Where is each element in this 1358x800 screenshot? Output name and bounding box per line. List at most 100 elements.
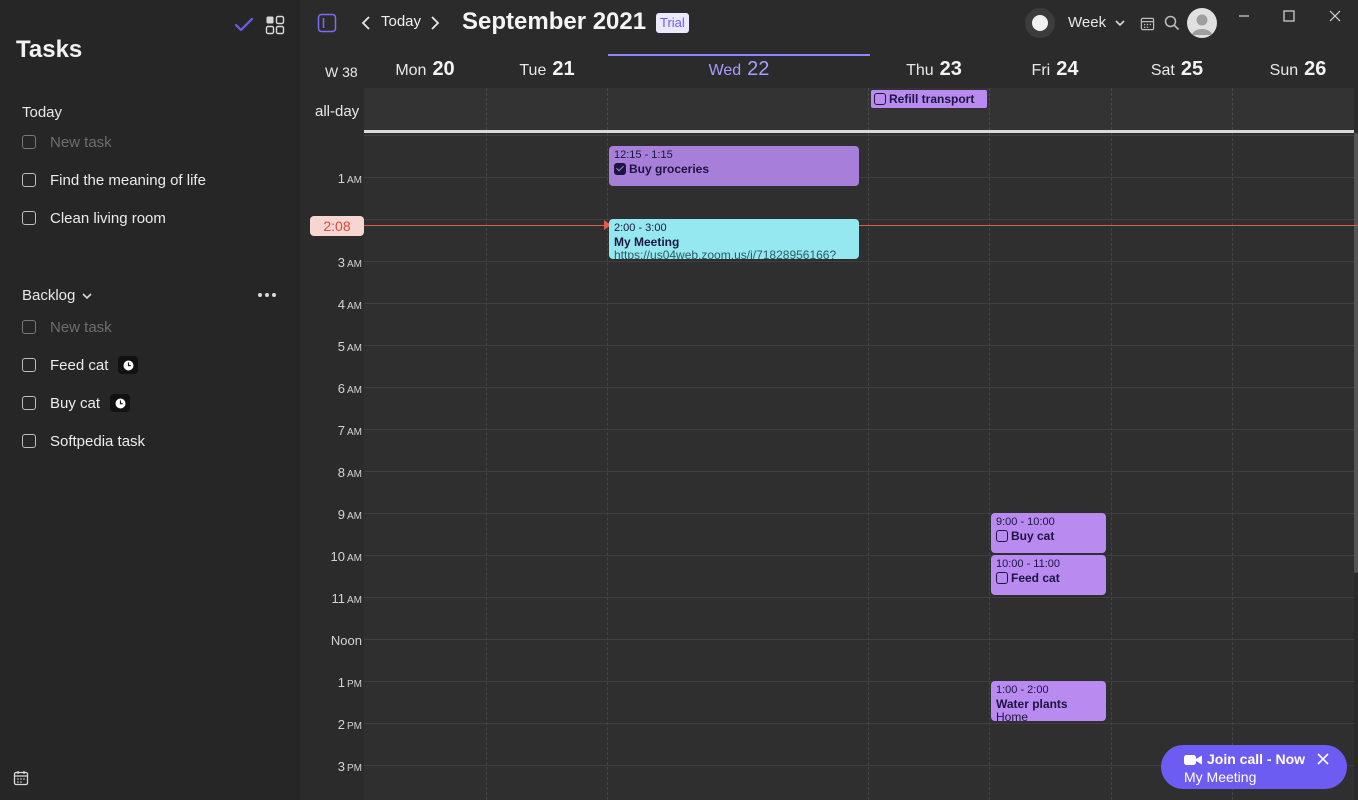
day-header-tue[interactable]: Tue 21 (486, 58, 608, 86)
event-link[interactable]: https://us04web.zoom.us/j/71828956166? (614, 249, 854, 260)
time-label-1pm: 1 PM (337, 675, 362, 690)
day-header-wed[interactable]: Wed 22 (608, 58, 870, 86)
task-checkbox[interactable] (22, 396, 36, 410)
today-column-indicator (608, 54, 870, 56)
trial-badge[interactable]: Trial (656, 13, 689, 33)
task-checkbox[interactable] (22, 434, 36, 448)
event-water-plants[interactable]: 1:00 - 2:00 Water plants Home (991, 681, 1106, 721)
minimize-window-icon[interactable] (1236, 8, 1252, 24)
more-options-icon[interactable] (256, 287, 278, 303)
scrollbar[interactable] (1354, 133, 1358, 573)
task-checkbox[interactable] (22, 358, 36, 372)
today-button[interactable]: Today (381, 13, 421, 30)
day-name: Tue (519, 62, 547, 79)
close-window-icon[interactable] (1327, 8, 1343, 24)
tasks-sidebar: Tasks Today New task Find the meaning of… (0, 0, 300, 800)
task-item[interactable]: Clean living room (22, 207, 166, 229)
backlog-label-text: Backlog (22, 287, 76, 304)
day-header-sat[interactable]: Sat 25 (1116, 58, 1238, 86)
event-title: My Meeting (614, 235, 680, 249)
task-label: Buy cat (50, 394, 101, 412)
toggle-sidebar-icon[interactable] (316, 12, 338, 34)
new-task-placeholder: New task (50, 318, 112, 336)
previous-week-icon[interactable] (358, 14, 374, 32)
maximize-window-icon[interactable] (1281, 8, 1297, 24)
calendar-picker-icon[interactable] (1138, 14, 1156, 32)
day-number: 25 (1180, 58, 1204, 80)
event-title: Refill transport (889, 92, 975, 106)
event-checkbox[interactable] (874, 93, 886, 105)
day-header-mon[interactable]: Mon 20 (364, 58, 486, 86)
day-header-thu[interactable]: Thu 23 (870, 58, 998, 86)
day-header-fri[interactable]: Fri 24 (994, 58, 1116, 86)
event-feed-cat[interactable]: 10:00 - 11:00 Feed cat (991, 555, 1106, 595)
event-title: Feed cat (1011, 571, 1060, 585)
new-task-input-today[interactable]: New task (22, 131, 112, 153)
next-week-icon[interactable] (427, 14, 443, 32)
event-time: 1:00 - 2:00 (996, 684, 1049, 696)
event-title: Buy groceries (629, 162, 710, 176)
event-time: 12:15 - 1:15 (614, 149, 673, 161)
time-label-10am: 10 AM (330, 549, 362, 564)
theme-toggle-icon[interactable] (1025, 8, 1055, 38)
clock-icon (118, 356, 139, 374)
join-call-popup[interactable]: Join call - Now My Meeting (1161, 745, 1347, 789)
week-time-grid[interactable] (364, 133, 1354, 800)
time-label-4am: 4 AM (337, 297, 362, 312)
day-name: Sun (1269, 62, 1299, 79)
time-label-2pm: 2 PM (337, 717, 362, 732)
new-task-placeholder: New task (50, 133, 112, 151)
view-selector[interactable]: Week (1068, 14, 1126, 31)
event-time: 2:00 - 3:00 (614, 222, 667, 234)
day-header-sun[interactable]: Sun 26 (1238, 58, 1358, 86)
event-buy-cat[interactable]: 9:00 - 10:00 Buy cat (991, 513, 1106, 553)
task-item[interactable]: Softpedia task (22, 430, 145, 452)
checkbox-icon (22, 320, 36, 334)
chevron-down-icon (1115, 19, 1125, 26)
day-number: 26 (1304, 58, 1327, 80)
layout-grid-icon[interactable] (264, 14, 286, 36)
day-name: Mon (395, 62, 427, 79)
current-time-badge: 2:08 (310, 216, 364, 236)
join-call-meeting-name: My Meeting (1184, 769, 1257, 785)
new-task-input-backlog[interactable]: New task (22, 316, 112, 338)
day-name: Fri (1031, 62, 1051, 79)
close-icon[interactable] (1317, 752, 1329, 770)
clock-icon (110, 394, 131, 412)
task-label: Feed cat (50, 356, 109, 374)
view-selector-label: Week (1068, 14, 1107, 31)
task-item[interactable]: Buy cat (22, 392, 131, 414)
search-icon[interactable] (1163, 14, 1181, 32)
time-label-noon: Noon (330, 633, 362, 648)
day-number: 22 (747, 58, 770, 80)
task-item[interactable]: Find the meaning of life (22, 169, 206, 191)
avatar[interactable] (1187, 8, 1217, 38)
day-number: 21 (552, 58, 575, 80)
chevron-down-icon (82, 292, 92, 299)
current-time-line (364, 225, 1358, 226)
calendar-icon[interactable] (13, 770, 29, 791)
day-number: 20 (432, 58, 455, 80)
checkmark-icon[interactable] (233, 14, 255, 36)
event-checkbox-checked[interactable] (614, 163, 626, 175)
all-day-event-refill-transport[interactable]: Refill transport (871, 90, 987, 108)
task-checkbox[interactable] (22, 173, 36, 187)
event-my-meeting[interactable]: 2:00 - 3:00 My Meeting https://us04web.z… (609, 219, 859, 259)
time-label-1am: 1 AM (337, 171, 362, 186)
time-label-5am: 5 AM (337, 339, 362, 354)
task-label: Softpedia task (50, 432, 146, 450)
today-label-text: Today (22, 104, 63, 121)
sidebar-title: Tasks (16, 36, 83, 63)
day-number: 23 (939, 58, 962, 80)
event-buy-groceries[interactable]: 12:15 - 1:15 Buy groceries (609, 146, 859, 186)
event-time: 9:00 - 10:00 (996, 516, 1055, 528)
task-item[interactable]: Feed cat (22, 354, 139, 376)
day-name: Wed (708, 62, 742, 79)
time-label-11am: 11 AM (331, 591, 363, 606)
all-day-label: all-day (315, 103, 360, 120)
event-checkbox[interactable] (996, 572, 1008, 584)
all-day-row[interactable] (364, 88, 1354, 130)
event-checkbox[interactable] (996, 530, 1008, 542)
backlog-section-label[interactable]: Backlog (22, 287, 93, 304)
task-checkbox[interactable] (22, 211, 36, 225)
